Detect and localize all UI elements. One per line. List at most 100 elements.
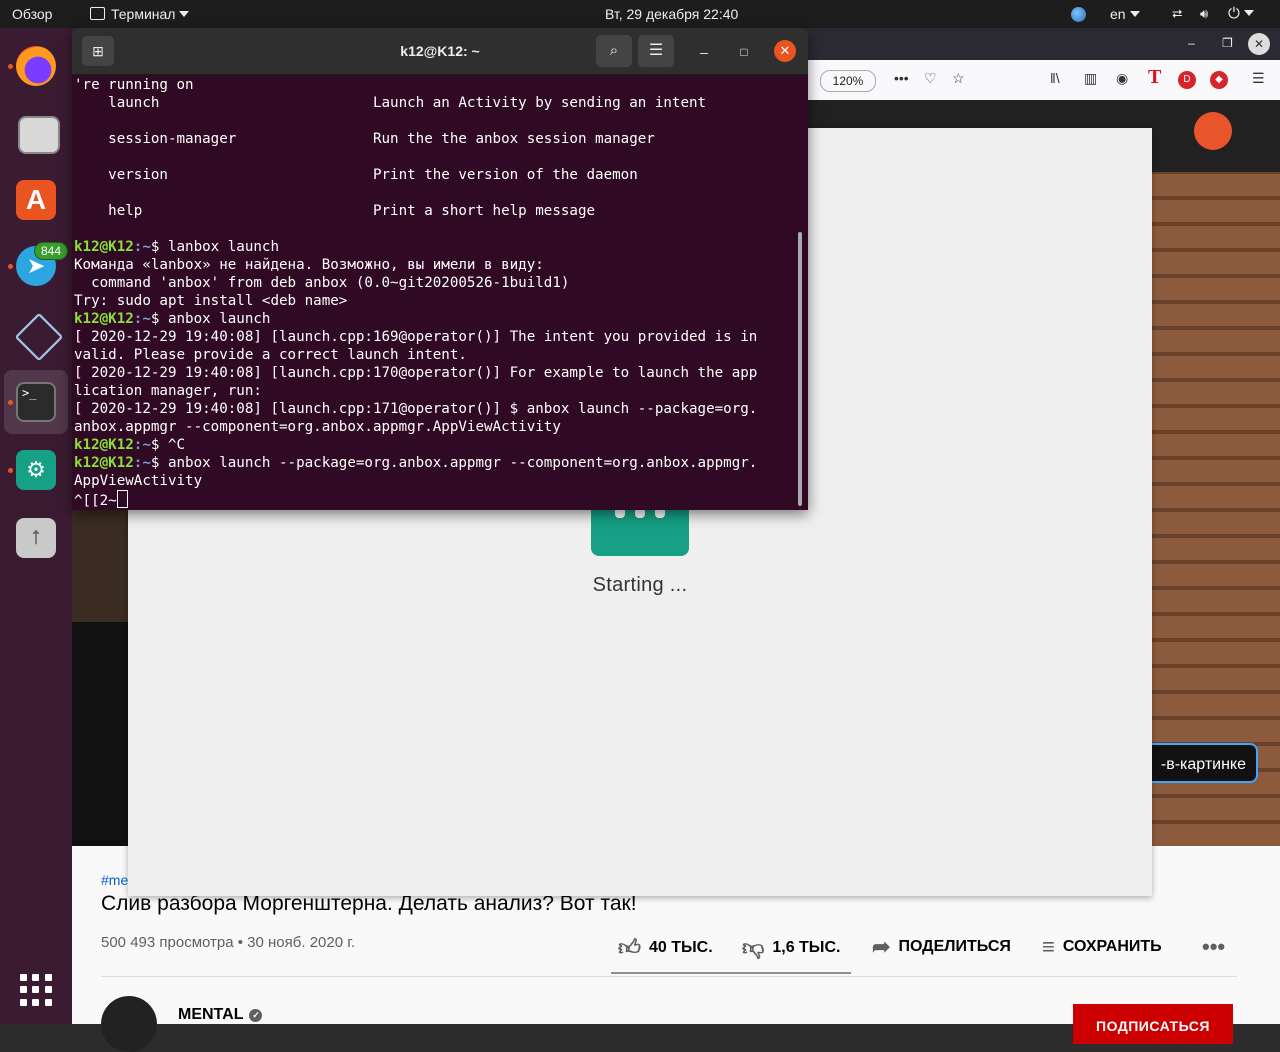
terminal-output-line: anbox.appmgr --component=org.anbox.appmg… — [74, 419, 561, 435]
more-dots-icon: ••• — [1202, 934, 1226, 959]
close-icon[interactable]: ✕ — [774, 40, 796, 62]
current-input: ^[[2~ — [74, 493, 117, 509]
terminal-input-line[interactable]: ^[[2~ — [74, 490, 796, 509]
caret-down-icon — [1243, 10, 1254, 16]
extension-shield-icon[interactable]: ◆ — [1210, 71, 1228, 89]
more-actions-icon[interactable]: ••• — [894, 70, 909, 86]
extension-d-icon[interactable]: D — [1178, 71, 1196, 89]
scrollbar[interactable] — [798, 232, 802, 506]
power-icon[interactable]: ⏻ — [1228, 0, 1254, 28]
prompt-user: k12@K12 — [74, 311, 134, 327]
channel-name[interactable]: MENTAL ✓ — [178, 1006, 263, 1024]
terminal-output-line: help Print a short help message — [74, 203, 596, 219]
minimize-icon[interactable]: – — [1188, 36, 1195, 50]
like-button[interactable]: 👍︎ 40 ТЫС. — [618, 934, 713, 961]
text-cursor — [116, 490, 128, 508]
playlist-add-icon: ≡ — [1042, 934, 1055, 959]
command-text: $ ^C — [150, 437, 186, 453]
dock-usb[interactable]: ⭡ — [4, 506, 68, 570]
zoom-indicator[interactable]: 120% — [820, 70, 876, 92]
show-applications-icon[interactable] — [20, 974, 52, 1006]
pocket-icon[interactable]: ♡ — [924, 70, 937, 87]
prompt-user: k12@K12 — [74, 239, 134, 255]
terminal-output-line: session-manager Run the the anbox sessio… — [74, 131, 655, 147]
command-text: $ anbox launch --package=org.anbox.appmg… — [150, 455, 758, 471]
new-tab-icon[interactable]: ⊞ — [82, 36, 114, 66]
anbox-status: Starting ... — [592, 574, 688, 596]
share-label: ПОДЕЛИТЬСЯ — [898, 938, 1011, 955]
terminal-output-line: command 'anbox' from deb anbox (0.0~git2… — [74, 275, 570, 291]
dock: A ➤ 844 >_ ⚙ ⭡ — [0, 28, 72, 1024]
activities-button[interactable]: Обзор — [12, 0, 52, 28]
more-icon[interactable]: ••• — [1202, 934, 1233, 960]
search-icon[interactable]: ⌕ — [596, 35, 632, 67]
bookmark-star-icon[interactable]: ☆ — [952, 70, 965, 87]
network-icon[interactable]: ⮂ — [1172, 0, 1182, 28]
caret-down-icon — [1129, 11, 1140, 17]
caret-down-icon — [179, 11, 190, 17]
account-icon[interactable]: ◉ — [1116, 70, 1128, 87]
terminal-icon — [90, 7, 105, 20]
prompt-user: k12@K12 — [74, 455, 134, 471]
android-icon: ⚙ — [16, 450, 56, 490]
language-selector[interactable]: en — [1110, 0, 1140, 28]
terminal-output-line: [ 2020-12-29 19:40:08] [launch.cpp:170@o… — [74, 365, 758, 381]
language-label: en — [1110, 6, 1126, 22]
running-indicator — [8, 264, 13, 269]
minimize-icon[interactable]: – — [694, 42, 714, 62]
terminal-output[interactable]: 're running on launch Launch an Activity… — [74, 76, 796, 510]
hamburger-menu-icon[interactable]: ☰ — [638, 35, 674, 67]
dock-firefox[interactable] — [4, 34, 68, 98]
usb-icon: ⭡ — [16, 518, 56, 558]
terminal-output-line: 're running on — [74, 77, 194, 93]
firefox-icon — [16, 46, 56, 86]
share-button[interactable]: ➦ ПОДЕЛИТЬСЯ — [872, 934, 1011, 960]
dock-software[interactable]: A — [4, 168, 68, 232]
volume-icon[interactable]: 🔊︎ — [1200, 0, 1208, 28]
command-text: $ anbox launch — [150, 311, 271, 327]
dislike-button[interactable]: 👎︎ 1,6 ТЫС. — [742, 934, 840, 961]
prompt-path: :~ — [133, 437, 151, 453]
dock-files[interactable] — [4, 100, 68, 164]
terminal-output-line: valid. Please provide a correct launch i… — [74, 347, 467, 363]
hamburger-menu-icon[interactable]: ☰ — [1252, 70, 1265, 87]
maximize-icon[interactable]: □ — [734, 42, 754, 62]
clock[interactable]: Вт, 29 декабря 22:40 — [605, 0, 738, 28]
like-count: 40 ТЫС. — [649, 939, 713, 956]
save-button[interactable]: ≡ СОХРАНИТЬ — [1042, 934, 1162, 960]
sidebar-icon[interactable]: ▥ — [1084, 70, 1097, 87]
hashtag-link[interactable]: #me — [101, 872, 128, 888]
dock-telegram[interactable]: ➤ 844 — [4, 234, 69, 298]
terminal-output-line: Try: sudo apt install <deb name> — [74, 293, 348, 309]
picture-in-picture-button[interactable]: -в-картинке — [1134, 743, 1258, 783]
app-menu[interactable]: Терминал — [90, 0, 190, 28]
subscribe-button[interactable]: ПОДПИСАТЬСЯ — [1073, 1004, 1233, 1044]
terminal-command-line: k12@K12:~$ lanbox launch — [74, 238, 796, 256]
running-indicator — [8, 468, 13, 473]
prompt-path: :~ — [133, 239, 151, 255]
thumbs-down-icon: 👎︎ — [742, 935, 765, 960]
dislike-count: 1,6 ТЫС. — [772, 939, 841, 956]
dock-terminal[interactable]: >_ — [4, 370, 68, 434]
library-icon[interactable]: ‖\ — [1050, 70, 1060, 86]
dock-virtualbox[interactable] — [4, 302, 68, 366]
channel-name-label: MENTAL — [178, 1006, 244, 1023]
terminal-icon: >_ — [16, 382, 56, 422]
extension-t-icon[interactable]: T — [1148, 66, 1161, 89]
globe-icon[interactable] — [1071, 7, 1086, 22]
user-avatar[interactable] — [1194, 112, 1232, 150]
terminal-output-line: AppViewActivity — [74, 473, 203, 489]
terminal-output-line: version Print the version of the daemon — [74, 167, 638, 183]
like-ratio-bar — [611, 972, 851, 974]
terminal-window[interactable]: ⊞ k12@K12: ~ ⌕ ☰ – □ ✕ 're running on la… — [72, 28, 808, 510]
restore-icon[interactable]: ❐ — [1222, 36, 1233, 50]
close-icon[interactable]: ✕ — [1248, 33, 1270, 55]
share-icon: ➦ — [872, 934, 891, 959]
terminal-command-line: k12@K12:~$ anbox launch --package=org.an… — [74, 454, 796, 472]
dock-anbox[interactable]: ⚙ — [4, 438, 68, 502]
channel-avatar[interactable] — [101, 996, 157, 1052]
prompt-path: :~ — [133, 311, 151, 327]
